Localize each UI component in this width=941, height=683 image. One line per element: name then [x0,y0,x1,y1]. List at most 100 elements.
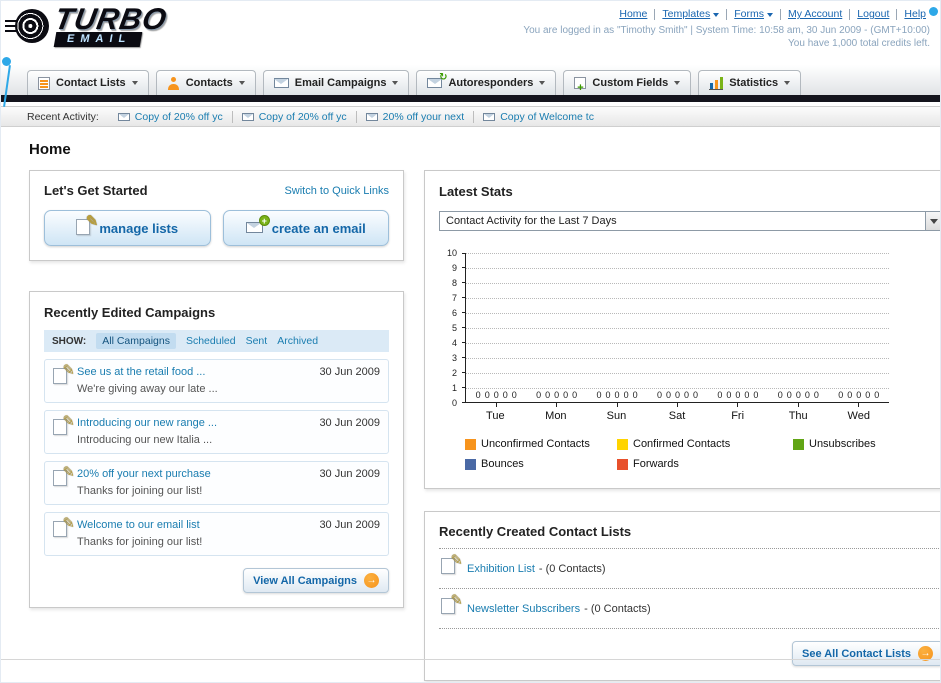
tab-custom-fields[interactable]: Custom Fields [563,70,692,95]
filter-archived[interactable]: Archived [277,335,318,347]
legend-swatch [465,458,476,470]
campaign-row: ✎ Welcome to our email list Thanks for j… [44,512,389,556]
contact-list-link[interactable]: Exhibition List [467,563,535,575]
gridline [466,388,889,389]
chart-legend: Unconfirmed Contacts Confirmed Contacts Un… [465,438,940,470]
legend-swatch [793,438,804,450]
gridline [466,283,889,284]
turbo-email-logo[interactable]: TURBO EMAIL [5,3,170,65]
campaign-subtitle: Introducing our new Italia ... [77,434,213,446]
see-all-contact-lists-button[interactable]: See All Contact Lists → [791,641,940,666]
campaign-title-link[interactable]: 20% off your next purchase [77,467,309,481]
stats-period-value: Contact Activity for the Last 7 Days [446,215,617,227]
nav-link-templates[interactable]: Templates [655,9,728,20]
manage-lists-button[interactable]: ✎ manage lists [44,210,211,246]
campaign-subtitle: Thanks for joining our list! [77,485,203,497]
campaign-title-link[interactable]: Welcome to our email list [77,518,309,532]
campaigns-title: Recently Edited Campaigns [44,305,216,320]
legend-swatch [465,438,476,450]
chevron-down-icon [766,12,773,17]
main-content: Home Let's Get Started Switch to Quick L… [1,127,940,681]
gridline [466,298,889,299]
header-right: Home Templates Forms My Account Logout H… [523,5,930,65]
envelope-icon [241,112,254,121]
nav-link-help[interactable]: Help [897,9,930,20]
nav-link-forms[interactable]: Forms [727,9,781,20]
x-axis-tick [495,403,497,407]
campaign-filter-bar: SHOW: All Campaigns Scheduled Sent Archi… [44,330,389,352]
gridline [466,253,889,254]
y-axis-label: 3 [451,353,457,363]
gridline [466,358,889,359]
tab-email-campaigns[interactable]: Email Campaigns [262,70,410,95]
x-axis-tick [616,403,618,407]
swirl-icon [5,9,49,43]
nav-link-logout[interactable]: Logout [850,9,898,20]
edit-list-icon: ✎ [441,552,463,579]
campaign-title-link[interactable]: See us at the retail food ... [77,365,309,379]
campaign-title-link[interactable]: Introducing our new range ... [77,416,309,430]
x-axis-label: Mon [545,410,567,422]
edit-campaign-icon: ✎ [53,362,75,389]
tab-contacts[interactable]: Contacts [155,70,256,95]
envelope-icon [483,112,496,121]
recent-activity-item[interactable]: Copy of Welcome tc [474,111,603,123]
legend-item: Confirmed Contacts [617,438,793,450]
recent-activity-item[interactable]: 20% off your next [357,110,475,123]
top-header: TURBO EMAIL Home Templates Forms My Acco… [1,1,940,65]
x-axis-tick [737,403,739,407]
campaign-date: 30 Jun 2009 [319,417,380,429]
stats-period-select[interactable]: Contact Activity for the Last 7 Days [439,211,940,231]
bar-value-labels: 00000 [838,390,880,400]
tab-autoresponders[interactable]: ↻ Autoresponders [416,70,557,95]
bar-value-labels: 00000 [777,390,819,400]
chevron-down-icon [238,81,245,85]
recent-activity-item[interactable]: Copy of 20% off yc [233,110,357,123]
campaign-date: 30 Jun 2009 [319,468,380,480]
credits-info: You have 1,000 total credits left. [788,38,930,49]
show-label: SHOW: [52,335,87,347]
contact-list-link[interactable]: Newsletter Subscribers [467,603,580,615]
nav-link-my-account[interactable]: My Account [781,9,851,20]
filter-sent[interactable]: Sent [246,335,268,347]
edit-list-icon: ✎ [441,592,463,619]
footer-divider [1,659,940,660]
chart-x-labels: Tue Mon Sun Sat Fri Thu Wed [465,410,889,422]
chevron-down-icon [784,81,791,85]
legend-label: Bounces [481,458,524,470]
switch-quick-links-link[interactable]: Switch to Quick Links [284,185,389,197]
y-axis-label: 9 [451,263,457,273]
recent-activity-item[interactable]: Copy of 20% off yc [109,110,233,123]
logo-primary-text: TURBO [52,3,170,36]
tab-contact-lists[interactable]: Contact Lists [27,70,149,95]
legend-swatch [617,438,628,450]
y-axis-label: 8 [451,278,457,288]
page-title: Home [29,141,71,158]
edit-campaign-icon: ✎ [53,413,75,440]
nav-divider-bar [1,95,940,102]
legend-label: Unsubscribes [809,438,876,450]
tab-statistics[interactable]: Statistics [698,70,802,95]
view-all-campaigns-button[interactable]: View All Campaigns → [243,568,389,593]
x-axis-tick [556,403,558,407]
edit-campaign-icon: ✎ [53,515,75,542]
legend-label: Unconfirmed Contacts [481,438,590,450]
app-window: TURBO EMAIL Home Templates Forms My Acco… [0,0,941,683]
arrow-right-icon: → [364,573,379,588]
get-started-panel: Let's Get Started Switch to Quick Links … [29,170,404,261]
bar-value-labels: 00000 [656,390,699,400]
filter-all-campaigns[interactable]: All Campaigns [96,333,176,349]
recent-campaigns-panel: Recently Edited Campaigns SHOW: All Camp… [29,291,404,608]
x-axis-label: Thu [788,410,808,422]
chart-plot: 00000 00000 00000 00000 00000 00000 00000 [462,253,889,407]
nav-link-home[interactable]: Home [612,9,656,20]
autoresponder-icon: ↻ [427,73,447,88]
utility-nav: Home Templates Forms My Account Logout H… [523,9,930,20]
logo-secondary-text: EMAIL [53,32,143,47]
y-axis-label: 5 [451,323,457,333]
create-email-button[interactable]: + create an email [222,210,389,246]
x-axis-tick [677,403,678,407]
gridline [466,373,889,374]
filter-scheduled[interactable]: Scheduled [186,335,236,347]
edit-campaign-icon: ✎ [53,464,75,491]
